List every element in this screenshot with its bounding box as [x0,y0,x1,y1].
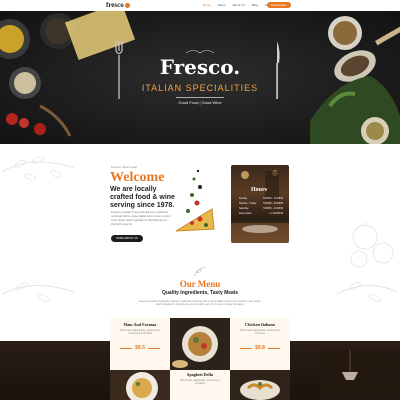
hours-day: Monday - Friday [239,202,257,205]
welcome-body: Fresco's provides Tuscan-like flavours, … [111,211,171,226]
menu-dish-image [110,370,170,400]
leaf-ornament-icon [1,156,75,181]
price-divider [268,348,280,349]
hero-divider [176,97,224,98]
hours-time: 5:00PM - 11:00PM [263,202,283,205]
menu-title: Our Menu [179,279,221,289]
hours-day: Saturday [239,207,249,210]
price-divider [148,348,160,349]
menu-card-desc: Homemade pappardelle, ground beef, tomat… [119,329,161,336]
menu-card-title: Ham And Formaa [123,322,157,327]
menu-card-desc: Homemade pappardelle, ground beef, tomat… [239,329,281,336]
hours-time: 5:00PM - 11:00PM [263,207,283,210]
hours-day: Sunday [239,197,248,200]
menu-card[interactable]: Spagheti Della Homemade pappardelle, gro… [170,370,230,400]
decor-lamp-image [320,350,400,400]
more-about-us-button[interactable]: MORE ABOUT US [111,235,143,242]
menu-card-title: Chicken Italiano [245,322,275,327]
hours-row: Monday - Friday 5:00PM - 11:00PM [239,202,283,205]
hours-card: Hours Sunday 5:00PM - 11:00PM Monday - Fr… [231,165,289,243]
logo-dot-icon [124,2,130,8]
logo-text: fresco [106,1,124,9]
hours-row: Reservation +1 12345678 [239,212,283,215]
hero-banner: Fresco. ITALIAN SPECIALITIES Good Food |… [0,11,400,144]
hours-row: Saturday 5:00PM - 11:00PM [239,207,283,210]
hero-tagline: Good Food | Good Wine [178,100,222,105]
hero-subtitle: ITALIAN SPECIALITIES [141,83,259,93]
menu-dish-image [170,318,230,370]
hours-row: Sunday 5:00PM - 11:00PM [239,197,283,200]
menu-card[interactable]: Chicken Italiano Homemade pappardelle, g… [230,318,290,370]
menu-card-desc: Homemade pappardelle, ground beef, tomat… [179,379,221,386]
menu-card-title: Spagheti Della [187,372,213,377]
nav-link-blog[interactable]: Blog [252,3,258,7]
hero-title: Fresco. [159,55,241,79]
menu-card[interactable]: Ham And Formaa Homemade pappardelle, gro… [110,318,170,370]
menu-card-price: $9.5 [135,345,145,351]
menu-dish-image [230,370,290,400]
nav-link-menu[interactable]: Menu [218,3,226,7]
hours-title: Hours [251,187,268,193]
menu-subtitle: Quality Ingredients, Tasty Meals [161,290,239,296]
hours-time: 5:00PM - 11:00PM [263,197,283,200]
reservation-button[interactable]: Reservation [267,2,291,8]
welcome-title: Welcome [110,170,165,185]
tomato-sketch-icon [350,220,394,268]
menu-body: Fresco's provides Tuscan-like flavours, … [138,300,262,307]
nav-links: Home Menu About Us Blog Contact [203,3,275,7]
menu-card-price: $9.8 [255,345,265,351]
hours-day: Reservation [239,212,252,215]
site-logo[interactable]: fresco [106,1,130,9]
nav-link-home[interactable]: Home [203,3,211,7]
divider-ornament-icon [185,50,215,54]
nav-link-about[interactable]: About Us [233,3,245,7]
welcome-kicker: Fresco's Best Look! [111,165,138,169]
pizza-slice-image [175,169,215,232]
divider-ornament-icon [193,267,207,277]
top-navbar: fresco Home Menu About Us Blog Contact R… [0,0,400,11]
hours-time: +1 12345678 [268,212,283,215]
